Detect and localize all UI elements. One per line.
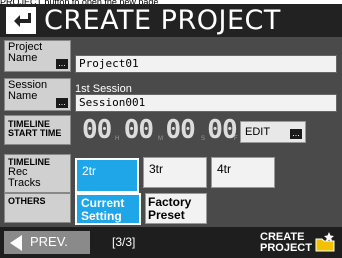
- prev-button[interactable]: PREV.: [4, 231, 90, 254]
- page-indicator: [3/3]: [112, 235, 136, 249]
- track-option-3tr[interactable]: 3tr: [143, 157, 207, 188]
- current-setting-button[interactable]: Current Setting: [75, 193, 141, 225]
- ellipsis-icon: ...: [56, 59, 68, 69]
- ellipsis-icon: ...: [56, 98, 68, 108]
- timecode-display: 00 H 00 M 00 S 00 F: [82, 115, 238, 145]
- settings-panel: Project Name ... Project01 Session Name …: [0, 37, 342, 227]
- factory-preset-line2: Preset: [148, 208, 185, 222]
- left-arrow-icon: [10, 235, 22, 251]
- session-name-field[interactable]: Session001: [75, 94, 337, 112]
- folder-star-icon: [315, 232, 335, 252]
- rec-tracks-label: TIMELINE Rec Tracks: [4, 154, 71, 193]
- tc-unit-m: M: [158, 136, 163, 142]
- tc-unit-s: S: [201, 136, 206, 142]
- project-name-field[interactable]: Project01: [75, 55, 337, 73]
- tc-seconds: 00: [165, 115, 196, 145]
- tc-minutes: 00: [123, 115, 154, 145]
- timeline-start-label-line2: START TIME: [8, 128, 62, 138]
- factory-preset-button[interactable]: Factory Preset: [145, 193, 207, 224]
- edit-start-time-button[interactable]: EDIT ...: [240, 121, 306, 143]
- tc-hours: 00: [82, 115, 112, 145]
- title-bar: CREATE PROJECT: [0, 4, 342, 37]
- create-project-button[interactable]: CREATE PROJECT: [254, 229, 338, 256]
- return-arrow-icon: [6, 7, 36, 34]
- create-label-line2: PROJECT: [260, 242, 312, 254]
- tc-frames: 00: [207, 115, 237, 145]
- tc-unit-h: H: [115, 136, 120, 142]
- edit-label: EDIT: [245, 126, 271, 138]
- tc-unit-f: F: [234, 136, 238, 142]
- timeline-start-label: TIMELINE START TIME: [4, 115, 71, 145]
- prev-label: PREV.: [30, 234, 68, 249]
- project-name-button[interactable]: Project Name ...: [4, 40, 71, 72]
- track-option-2tr[interactable]: 2tr: [75, 158, 139, 193]
- page-title: CREATE PROJECT: [44, 5, 281, 36]
- back-button[interactable]: [6, 7, 36, 34]
- current-setting-line2: Setting: [81, 209, 122, 223]
- track-option-4tr[interactable]: 4tr: [211, 157, 275, 188]
- ellipsis-icon: ...: [290, 129, 302, 139]
- session-name-button[interactable]: Session Name ...: [4, 78, 71, 111]
- bottom-bar: PREV. [3/3] CREATE PROJECT: [0, 227, 342, 258]
- rec-tracks-label-line3: Tracks: [8, 177, 41, 189]
- others-label: OTHERS: [4, 193, 71, 223]
